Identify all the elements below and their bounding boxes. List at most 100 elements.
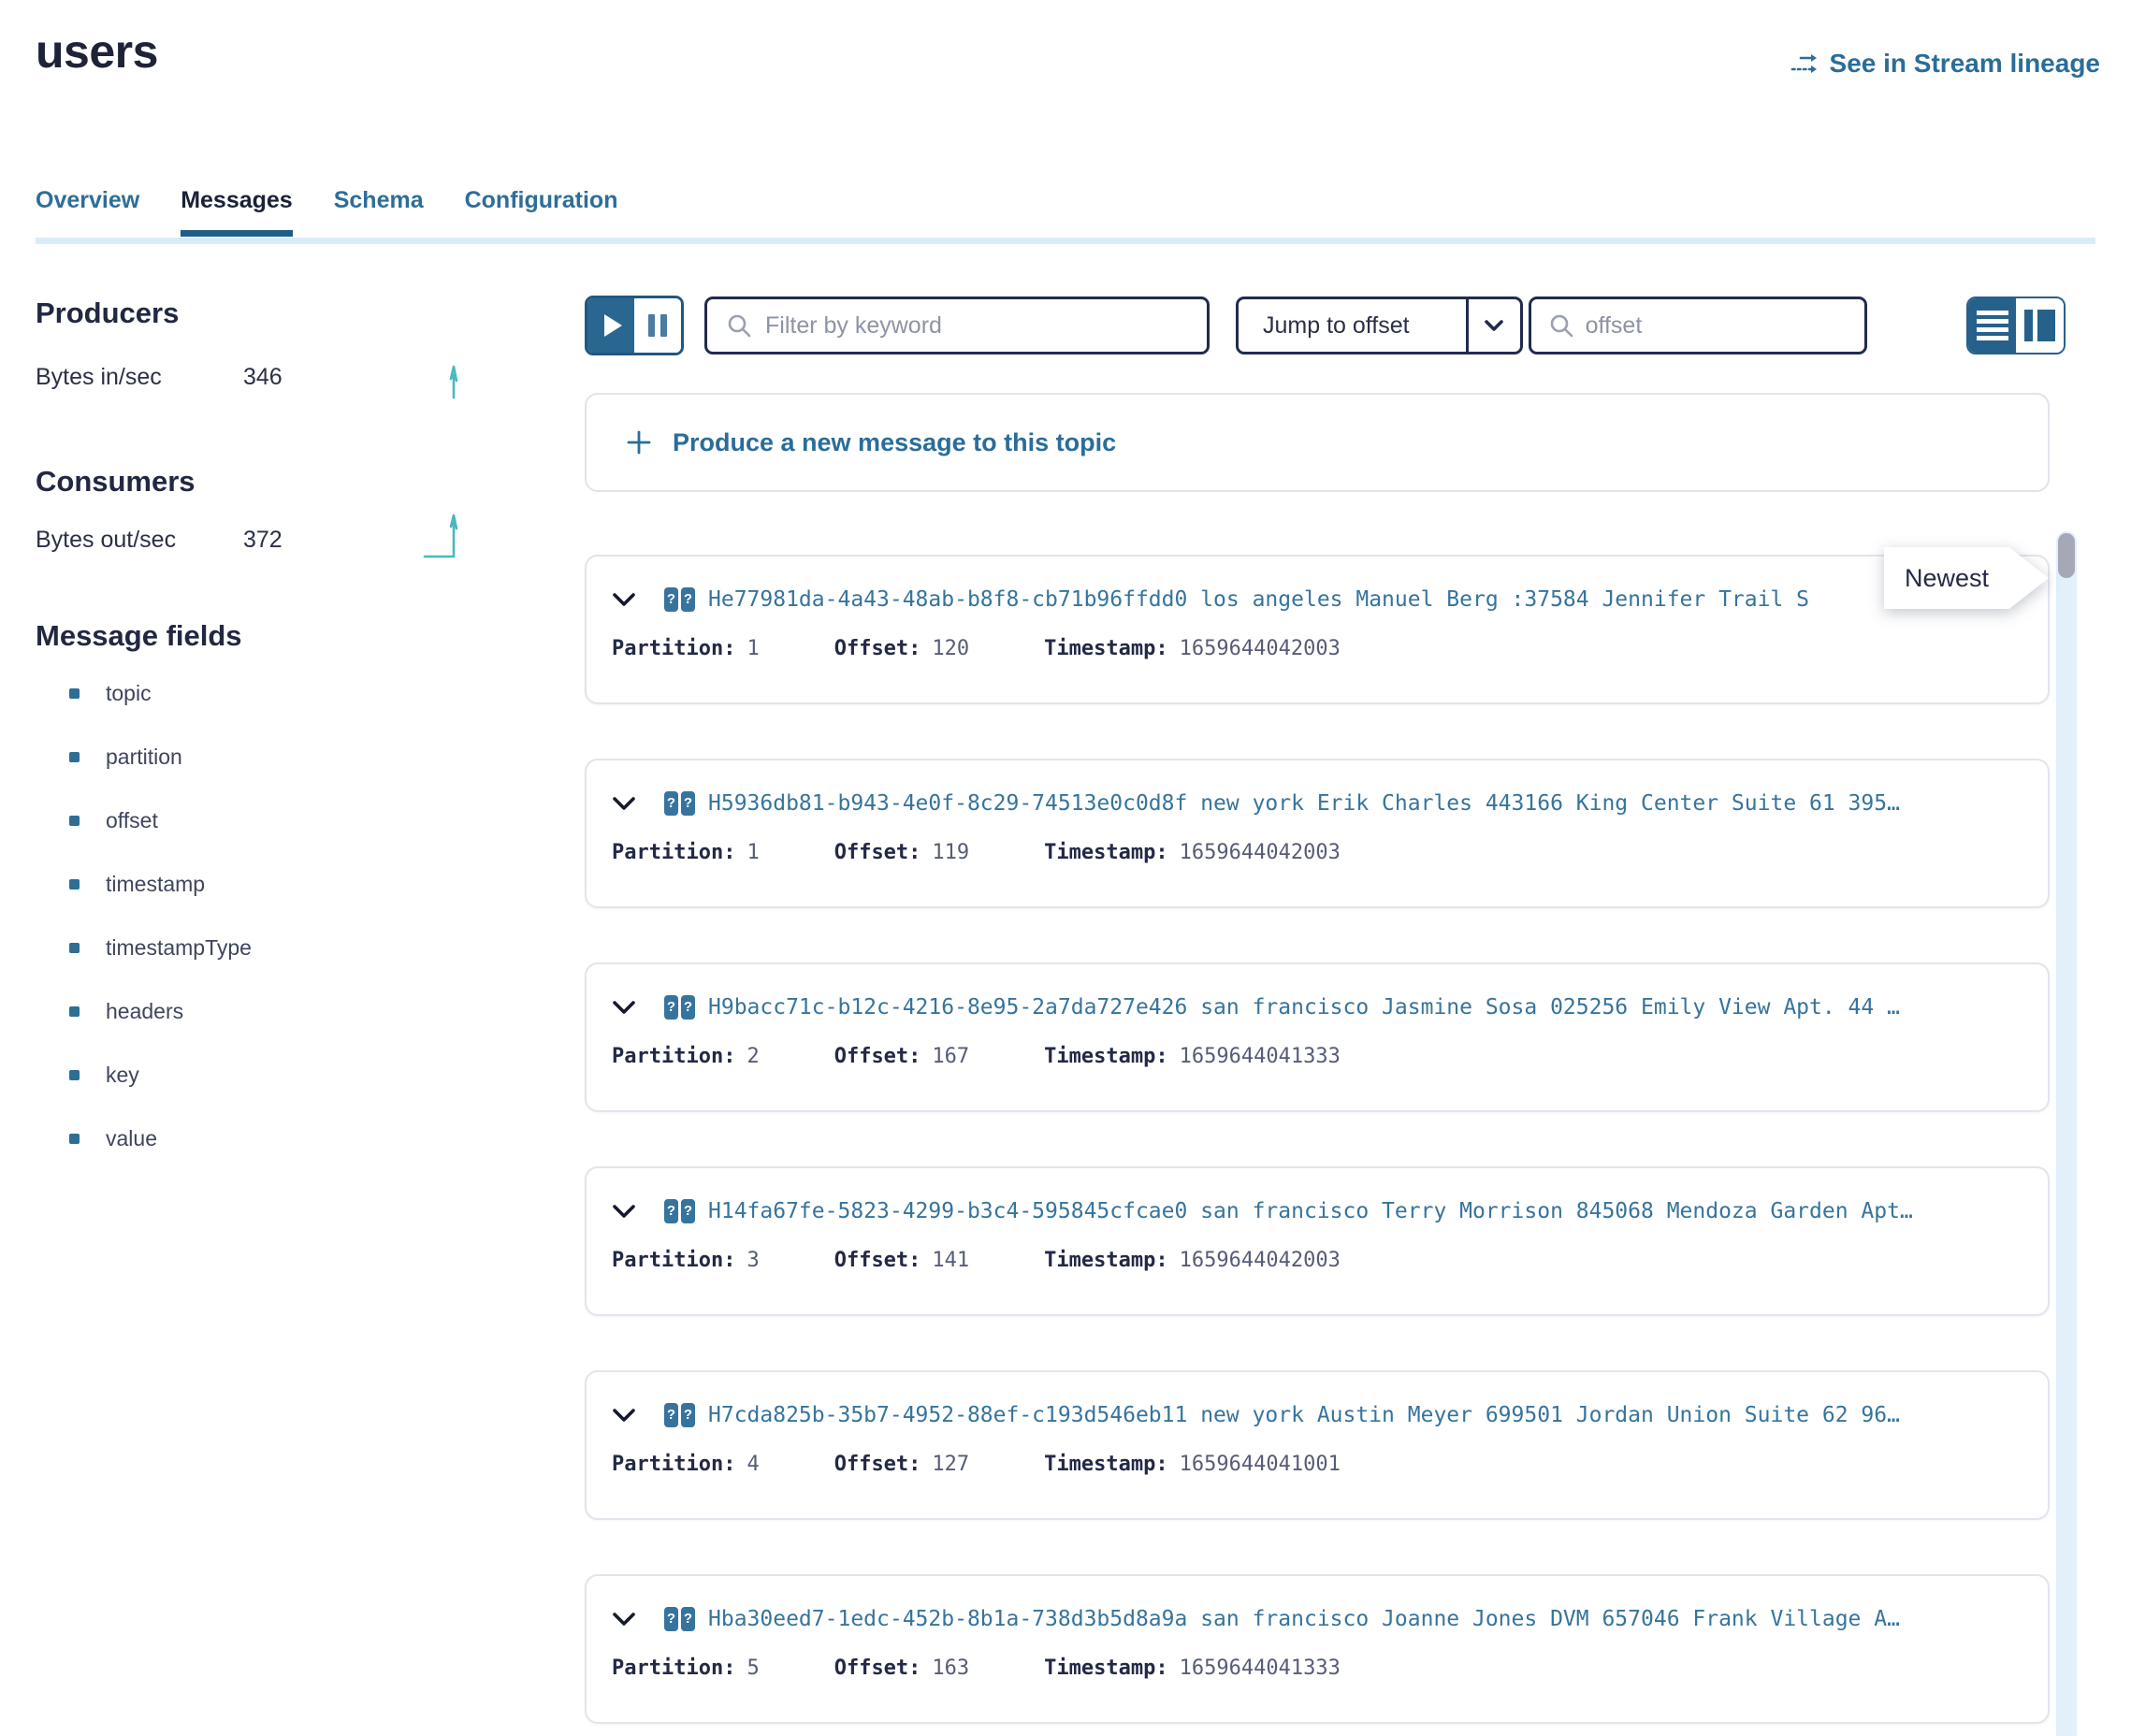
message-key: H5936db81-b943-4e0f-8c29-74513e0c0d8f ne… <box>708 791 1900 816</box>
bytes-out-label: Bytes out/sec <box>36 527 243 554</box>
offset-field: Offset:141 <box>834 1249 969 1272</box>
message-row[interactable]: Hba30eed7-1edc-452b-8b1a-738d3b5d8a9a sa… <box>585 1574 2050 1724</box>
search-icon <box>1548 312 1574 339</box>
timestamp-label: Timestamp: <box>1044 1453 1167 1476</box>
field-label: value <box>106 1126 157 1151</box>
timestamp-label: Timestamp: <box>1044 1249 1167 1272</box>
timestamp-value: 1659644041001 <box>1180 1453 1341 1476</box>
expand-chevron-icon[interactable] <box>612 1000 636 1015</box>
unknown-glyph-icons <box>664 1199 695 1223</box>
unknown-glyph-icons <box>664 791 695 816</box>
field-bullet <box>69 879 80 890</box>
partition-field: Partition: 5 <box>612 1656 760 1680</box>
tab-overview[interactable]: Overview <box>36 187 139 237</box>
partition-label: Partition: <box>612 637 735 660</box>
produce-message-label: Produce a new message to this topic <box>673 428 1116 457</box>
scrollbar-track[interactable] <box>2056 531 2077 1736</box>
scrollbar-thumb[interactable] <box>2058 533 2075 578</box>
partition-value: 5 <box>747 1656 759 1680</box>
message-row[interactable]: He77981da-4a43-48ab-b8f8-cb71b96ffdd0 lo… <box>585 555 2050 704</box>
message-row[interactable]: H9bacc71c-b12c-4216-8e95-2a7da727e426 sa… <box>585 962 2050 1112</box>
field-bullet <box>69 943 80 953</box>
offset-label: Offset: <box>834 1453 921 1476</box>
expand-chevron-icon[interactable] <box>612 1204 636 1219</box>
timestamp-field: Timestamp:1659644042003 <box>1044 637 1341 660</box>
field-label: topic <box>106 681 152 706</box>
list-view-button[interactable] <box>1968 298 2016 353</box>
field-bullet <box>69 752 80 762</box>
pause-button[interactable] <box>634 298 681 353</box>
timestamp-field: Timestamp:1659644042003 <box>1044 1249 1341 1272</box>
unknown-glyph-icons <box>664 1403 695 1427</box>
timestamp-field: Timestamp: 1659644041333 <box>1044 1656 1341 1680</box>
field-label: timestamp <box>106 872 205 897</box>
chevron-down-icon <box>1466 299 1520 352</box>
message-field-item-value: value <box>36 1127 252 1150</box>
unknown-glyph-icons <box>664 1607 695 1631</box>
producers-heading: Producers <box>36 297 179 330</box>
expand-chevron-icon[interactable] <box>612 796 636 811</box>
message-field-item-topic: topic <box>36 682 252 704</box>
field-bullet <box>69 1006 80 1017</box>
offset-value: 163 <box>932 1656 969 1680</box>
jump-to-offset-select[interactable]: Jump to offset <box>1236 297 1523 354</box>
tab-schema[interactable]: Schema <box>334 187 424 237</box>
tab-bar: Overview Messages Schema Configuration <box>36 187 2095 244</box>
offset-search-input[interactable] <box>1586 312 1887 340</box>
stream-control-group <box>585 296 684 355</box>
expand-chevron-icon[interactable] <box>612 1612 636 1627</box>
partition-value: 4 <box>747 1453 759 1476</box>
message-list: He77981da-4a43-48ab-b8f8-cb71b96ffdd0 lo… <box>585 555 2050 1736</box>
produce-message-button[interactable]: Produce a new message to this topic <box>585 393 2050 492</box>
partition-field: Partition:4 <box>612 1453 760 1476</box>
split-view-button[interactable] <box>2016 298 2064 353</box>
partition-label: Partition: <box>612 1656 735 1680</box>
stream-lineage-link[interactable]: See in Stream lineage <box>1790 49 2100 79</box>
timestamp-value: 1659644042003 <box>1180 841 1341 864</box>
offset-value: 119 <box>932 841 969 864</box>
message-key: H14fa67fe-5823-4299-b3c4-595845cfcae0 sa… <box>708 1199 1913 1223</box>
unknown-glyph-icons <box>664 995 695 1020</box>
tab-messages[interactable]: Messages <box>181 187 293 237</box>
offset-field: Offset:119 <box>834 841 969 864</box>
jump-select-value: Jump to offset <box>1239 299 1466 352</box>
message-fields-heading: Message fields <box>36 619 242 653</box>
consumers-sparkline <box>423 514 460 558</box>
field-bullet <box>69 816 80 826</box>
unknown-glyph-icons <box>664 587 695 612</box>
field-bullet <box>69 1070 80 1080</box>
bytes-out-value: 372 <box>243 527 283 554</box>
partition-value: 1 <box>747 637 759 660</box>
keyword-filter-field <box>704 297 1210 354</box>
partition-field: Partition: 1 <box>612 637 760 660</box>
field-label: offset <box>106 808 158 833</box>
message-row[interactable]: H14fa67fe-5823-4299-b3c4-595845cfcae0 sa… <box>585 1166 2050 1316</box>
timestamp-label: Timestamp: <box>1044 1656 1167 1680</box>
message-row[interactable]: H7cda825b-35b7-4952-88ef-c193d546eb11 ne… <box>585 1370 2050 1520</box>
message-field-item-timestamp: timestamp <box>36 873 252 895</box>
field-label: partition <box>106 745 182 770</box>
bytes-in-value: 346 <box>243 364 283 391</box>
message-field-item-key: key <box>36 1063 252 1086</box>
message-field-item-offset: offset <box>36 809 252 832</box>
tab-configuration[interactable]: Configuration <box>465 187 618 237</box>
message-row[interactable]: H5936db81-b943-4e0f-8c29-74513e0c0d8f ne… <box>585 759 2050 908</box>
offset-search-field <box>1529 297 1867 354</box>
timestamp-value: 1659644041333 <box>1180 1045 1341 1068</box>
message-field-item-headers: headers <box>36 1000 252 1022</box>
expand-chevron-icon[interactable] <box>612 1408 636 1423</box>
field-bullet <box>69 688 80 699</box>
play-button[interactable] <box>587 298 634 353</box>
keyword-filter-input[interactable] <box>765 312 1188 340</box>
partition-field: Partition:3 <box>612 1249 760 1272</box>
timestamp-label: Timestamp: <box>1044 1045 1167 1068</box>
offset-value: 141 <box>932 1249 969 1272</box>
lineage-arrows-icon <box>1790 51 1819 76</box>
newest-tooltip: Newest <box>1884 547 2049 609</box>
message-key: H7cda825b-35b7-4952-88ef-c193d546eb11 ne… <box>708 1403 1900 1427</box>
partition-field: Partition:2 <box>612 1045 760 1068</box>
timestamp-value: 1659644041333 <box>1180 1656 1341 1680</box>
list-view-icon <box>1977 311 2008 340</box>
expand-chevron-icon[interactable] <box>612 592 636 607</box>
lineage-link-label: See in Stream lineage <box>1830 49 2100 79</box>
